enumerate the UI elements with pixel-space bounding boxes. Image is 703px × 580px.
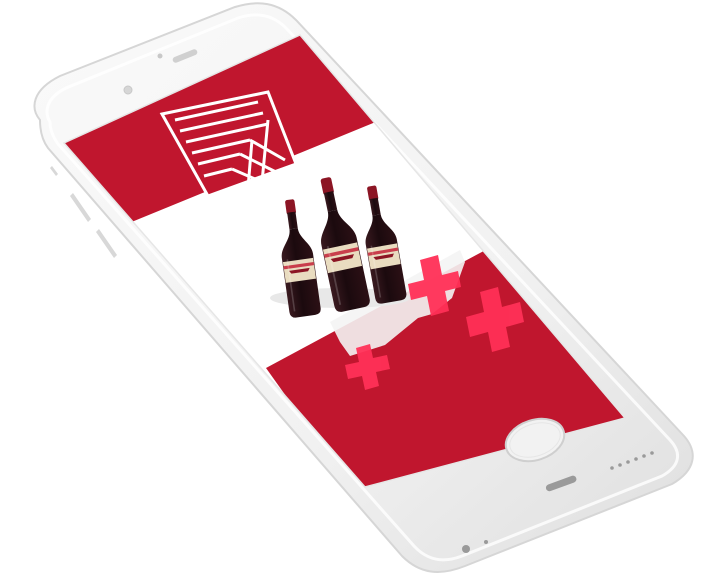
phone-mockup-scene <box>33 2 694 573</box>
front-camera-icon <box>123 85 133 95</box>
